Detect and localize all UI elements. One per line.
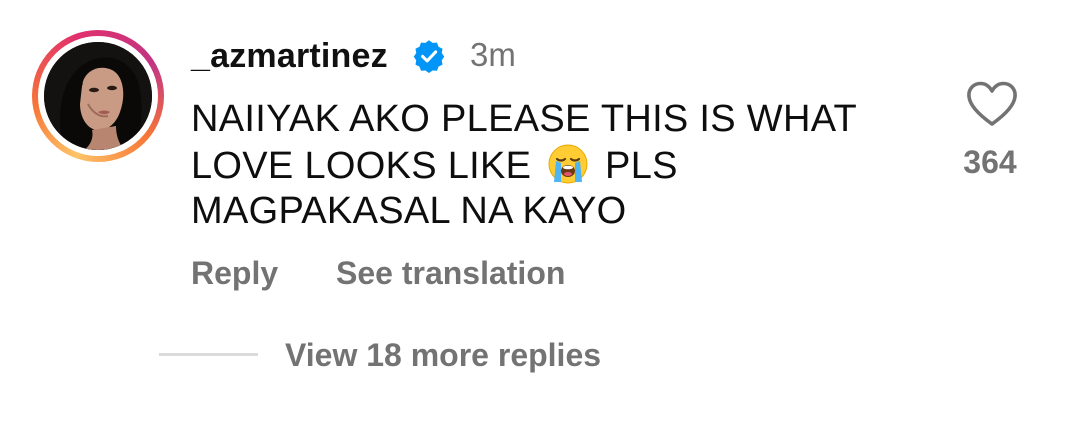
comment-timestamp: 3m bbox=[470, 36, 516, 73]
comment-text-line-2: LOVE LOOKS LIKE PLS bbox=[191, 142, 921, 189]
loudly-crying-face-icon bbox=[548, 144, 588, 184]
view-replies-button[interactable]: View 18 more replies bbox=[285, 334, 601, 376]
verified-badge-icon bbox=[413, 40, 445, 73]
replies-divider-line bbox=[159, 353, 258, 356]
avatar-image bbox=[44, 42, 152, 150]
comment-text-line-3: MAGPAKASAL NA KAYO bbox=[191, 190, 627, 232]
username[interactable]: _azmartinez bbox=[191, 34, 388, 78]
avatar-story-ring[interactable] bbox=[32, 30, 164, 162]
comment-text-line-2-end: PLS bbox=[594, 145, 678, 187]
see-translation-button[interactable]: See translation bbox=[336, 252, 565, 294]
reply-button[interactable]: Reply bbox=[191, 252, 278, 294]
like-count: 364 bbox=[963, 144, 1017, 180]
comment-text-line-2-start: LOVE LOOKS LIKE bbox=[191, 145, 543, 187]
heart-outline-icon[interactable] bbox=[965, 80, 1019, 128]
comment-text-line-1: NAIIYAK AKO PLEASE THIS IS WHAT bbox=[191, 98, 858, 140]
comment-text: NAIIYAK AKO PLEASE THIS IS WHAT LOVE LOO… bbox=[191, 97, 921, 234]
avatar[interactable] bbox=[44, 42, 152, 150]
